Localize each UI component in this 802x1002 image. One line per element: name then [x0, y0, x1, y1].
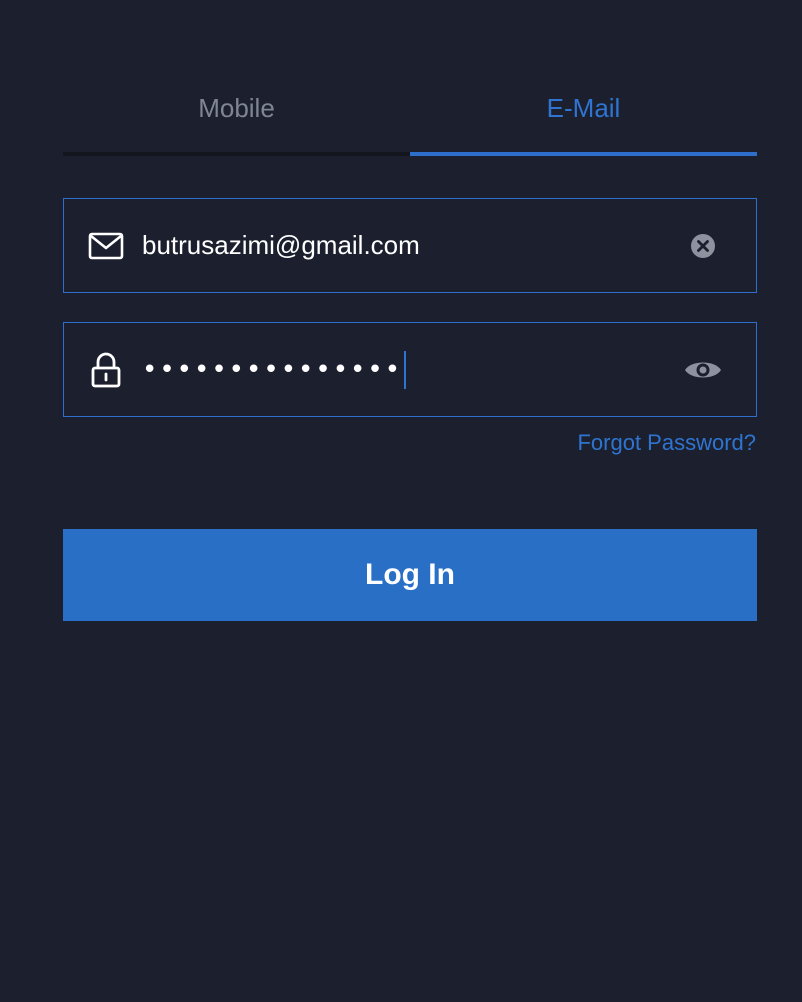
- lock-icon: [88, 352, 124, 388]
- tab-email-underline: [410, 152, 757, 156]
- forgot-password-link[interactable]: Forgot Password?: [577, 430, 756, 456]
- email-field[interactable]: butrusazimi@gmail.com: [63, 198, 757, 293]
- email-input[interactable]: butrusazimi@gmail.com: [142, 199, 676, 292]
- clear-circle-x-icon[interactable]: [683, 226, 723, 266]
- eye-icon[interactable]: [683, 350, 723, 390]
- tab-email[interactable]: E-Mail: [410, 70, 757, 156]
- login-button[interactable]: Log In: [63, 529, 757, 621]
- tab-mobile[interactable]: Mobile: [63, 70, 410, 156]
- login-method-tabs: Mobile E-Mail: [63, 70, 757, 158]
- mail-icon: [88, 228, 124, 264]
- tab-mobile-label: Mobile: [198, 92, 275, 123]
- tab-email-label: E-Mail: [546, 92, 621, 123]
- tab-mobile-underline: [63, 152, 410, 156]
- password-input[interactable]: •••••••••••••••: [142, 323, 676, 416]
- password-field[interactable]: •••••••••••••••: [63, 322, 757, 417]
- text-caret: [404, 350, 407, 389]
- login-screen: Mobile E-Mail butrusazimi@gmail.com ••••…: [0, 0, 802, 1002]
- password-masked-value: •••••••••••••••: [142, 354, 403, 385]
